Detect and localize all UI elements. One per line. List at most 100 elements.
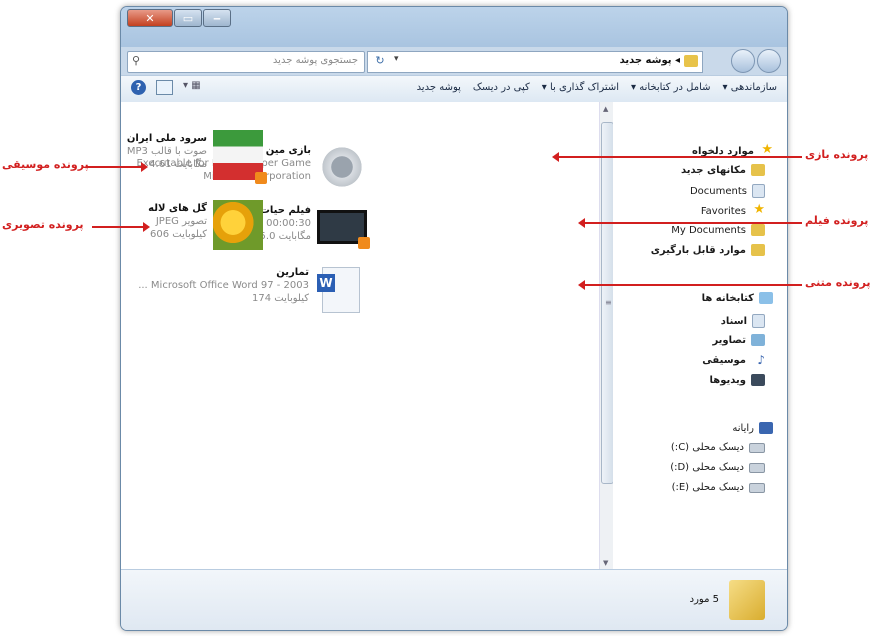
search-placeholder: جستجوی پوشه جدید — [272, 55, 358, 66]
callout-text: پرونده متنی — [805, 276, 871, 289]
search-input[interactable]: ⚲ جستجوی پوشه جدید — [127, 51, 365, 73]
nav-drive-e[interactable]: دیسک محلی (E:) — [672, 482, 765, 493]
file-info: گل های لاله تصویر JPEG کیلوبایت 606 — [148, 200, 207, 250]
nav-label: Documents — [689, 185, 747, 197]
new-folder-button[interactable]: پوشه جدید — [417, 82, 461, 93]
flag-icon — [213, 130, 267, 184]
file-name: گل های لاله — [148, 203, 207, 214]
nav-label: ویدیوها — [709, 374, 746, 386]
nav-docs[interactable]: اسناد — [721, 314, 765, 328]
file-list: بازی مین یابی Executable for Minesweeper… — [121, 102, 599, 570]
address-path[interactable]: ◂ پوشه جدید — [620, 55, 680, 66]
details-pane: 5 مورد — [121, 569, 787, 630]
view-controls: ? ▾ ▦ — [131, 80, 201, 95]
nav-label: دیسک محلی (E:) — [671, 482, 744, 493]
share-with-menu[interactable]: اشتراک گذاری با ▾ — [542, 82, 619, 93]
organize-menu[interactable]: سازماندهی ▾ — [723, 82, 778, 93]
word-icon — [317, 267, 360, 313]
help-icon[interactable]: ? — [131, 80, 146, 95]
nav-label: کتابخانه ها — [701, 292, 754, 304]
nav-drive-c[interactable]: دیسک محلی (C:) — [671, 442, 765, 453]
document-icon — [752, 314, 765, 328]
forward-button[interactable] — [731, 49, 755, 73]
file-item-music[interactable]: سرود ملی ایران صوت با قالب MP3 مگابایت 4… — [126, 130, 267, 184]
nav-documents[interactable]: Documents — [690, 184, 765, 198]
folder-icon — [684, 55, 698, 67]
file-type: Microsoft Office Word 97 - 2003 ... — [138, 280, 309, 291]
gear-icon — [317, 142, 367, 192]
file-name: سرود ملی ایران — [126, 133, 207, 144]
file-size: کیلوبایت 174 — [252, 293, 309, 304]
nav-drive-d[interactable]: دیسک محلی (D:) — [670, 462, 765, 473]
nav-label: Favorites — [700, 205, 746, 217]
file-type: صوت با قالب MP3 — [126, 146, 207, 157]
nav-recent-places[interactable]: مکانهای جدید — [681, 164, 765, 176]
nav-favorites-en[interactable]: ★ Favorites — [700, 203, 765, 218]
nav-label: My Documents — [671, 224, 746, 236]
back-button[interactable] — [757, 49, 781, 73]
minimize-button[interactable]: ‒ — [203, 9, 231, 27]
close-button[interactable]: ✕ — [127, 9, 173, 27]
search-icon: ⚲ — [132, 54, 141, 67]
nav-my-documents[interactable]: My Documents — [671, 224, 765, 236]
file-item-image[interactable]: گل های لاله تصویر JPEG کیلوبایت 606 — [148, 200, 263, 250]
nav-pictures[interactable]: تصاویر — [712, 334, 765, 346]
file-info: تمارین Microsoft Office Word 97 - 2003 .… — [138, 264, 309, 313]
scroll-down-icon[interactable]: ▼ — [603, 559, 608, 567]
title-bar: ✕ ▭ ‒ — [121, 7, 787, 47]
callout-arrow — [578, 218, 802, 228]
nav-label: رایانه — [732, 422, 754, 434]
music-note-icon: ♪ — [757, 353, 765, 367]
nav-label: تصاویر — [712, 334, 746, 346]
document-icon — [752, 184, 765, 198]
refresh-icon[interactable]: ↻ — [370, 54, 390, 68]
file-size: مگابایت 4.61 — [149, 159, 207, 170]
film-icon — [317, 210, 370, 249]
file-name: تمارین — [276, 267, 309, 278]
callout-game: پرونده بازی — [805, 148, 869, 161]
folder-icon — [751, 224, 765, 236]
maximize-button[interactable]: ▭ — [174, 9, 202, 27]
include-library-menu[interactable]: شامل در کتابخانه ▾ — [631, 82, 710, 93]
path-folder-label: پوشه جدید — [619, 55, 672, 66]
path-separator: ◂ — [674, 55, 680, 66]
file-item-text[interactable]: تمارین Microsoft Office Word 97 - 2003 .… — [138, 264, 367, 313]
callout-music: پرونده موسیقی — [2, 158, 89, 171]
nav-videos[interactable]: ویدیوها — [710, 374, 765, 386]
downloads-icon — [751, 244, 765, 256]
callout-arrow — [578, 280, 802, 290]
caption-buttons: ✕ ▭ ‒ — [127, 9, 231, 27]
nav-libraries[interactable]: کتابخانه ها — [702, 292, 773, 304]
change-view-icon[interactable]: ▾ ▦ — [183, 80, 201, 93]
callout-arrow — [86, 162, 148, 172]
scroll-up-icon[interactable]: ▲ — [603, 105, 608, 113]
nav-label: دیسک محلی (C:) — [670, 442, 744, 453]
callout-film: پرونده فیلم — [805, 214, 869, 227]
nav-downloads[interactable]: موارد قابل بارگیری — [651, 244, 765, 256]
drive-icon — [749, 482, 765, 493]
video-icon — [751, 374, 765, 386]
flower-icon — [213, 200, 263, 250]
navigation-area: ⚲ جستجوی پوشه جدید ↻ ▾ ◂ پوشه جدید — [121, 47, 787, 75]
burn-button[interactable]: کپی در دیسک — [473, 82, 530, 93]
drive-icon — [749, 462, 765, 473]
command-items: سازماندهی ▾ شامل در کتابخانه ▾ اشتراک گذ… — [417, 82, 777, 93]
address-bar[interactable]: ↻ ▾ ◂ پوشه جدید — [367, 51, 703, 73]
nav-label: مکانهای جدید — [680, 164, 746, 176]
chevron-down-icon[interactable]: ▾ — [394, 54, 408, 64]
file-type: تصویر JPEG — [155, 216, 207, 227]
nav-label: دیسک محلی (D:) — [670, 462, 744, 473]
file-size: کیلوبایت 606 — [150, 229, 207, 240]
callout-arrow — [552, 152, 802, 162]
nav-label: موارد دلخواه — [692, 145, 754, 157]
nav-computer[interactable]: رایانه — [732, 422, 773, 434]
nav-music[interactable]: ♪ موسیقی — [702, 354, 765, 366]
explorer-window: ✕ ▭ ‒ ⚲ جستجوی پوشه جدید ↻ ▾ ◂ پوشه جدید… — [120, 6, 788, 631]
preview-pane-icon[interactable] — [156, 80, 173, 95]
recent-places-icon — [751, 164, 765, 176]
back-forward — [731, 49, 781, 73]
nav-label: اسناد — [720, 315, 747, 327]
computer-icon — [759, 422, 773, 434]
library-icon — [759, 292, 773, 304]
pictures-icon — [751, 334, 765, 346]
